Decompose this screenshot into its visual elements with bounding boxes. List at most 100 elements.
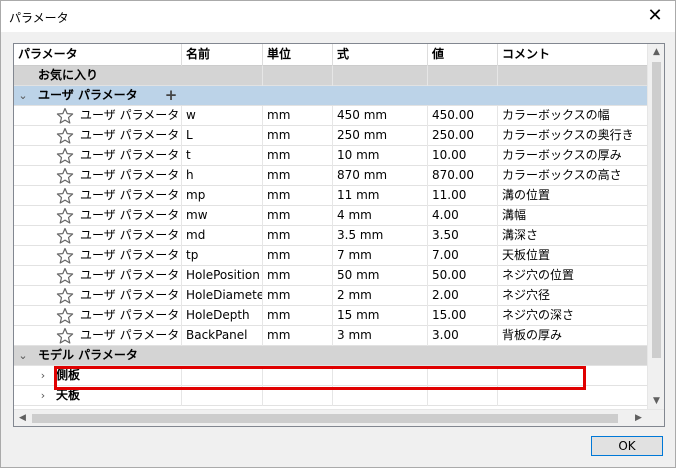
star-outline-icon[interactable] (56, 167, 74, 185)
group-row-model-parameters[interactable]: ⌄ モデル パラメータ (14, 346, 648, 366)
table-row[interactable]: ユーザ パラメータ mp mm 11 mm 11.00 溝の位置 (14, 186, 648, 206)
expression-cell[interactable]: 450 mm (333, 106, 428, 126)
value-cell[interactable]: 250.00 (428, 126, 498, 146)
comment-cell[interactable]: ネジ穴の深さ (498, 306, 648, 326)
table-row[interactable]: ユーザ パラメータ t mm 10 mm 10.00 カラーボックスの厚み (14, 146, 648, 166)
column-header-comment[interactable]: コメント (498, 44, 648, 66)
comment-cell[interactable]: 溝幅 (498, 206, 648, 226)
value-cell[interactable]: 2.00 (428, 286, 498, 306)
table-row[interactable]: ユーザ パラメータ w mm 450 mm 450.00 カラーボックスの幅 (14, 106, 648, 126)
ok-button[interactable]: OK (591, 436, 663, 456)
name-cell[interactable]: HoleDiameter (182, 286, 263, 306)
name-cell[interactable]: HolePosition (182, 266, 263, 286)
expression-cell[interactable]: 10 mm (333, 146, 428, 166)
scroll-right-icon[interactable]: ▶ (630, 410, 647, 426)
comment-cell[interactable]: カラーボックスの奥行き (498, 126, 648, 146)
comment-cell[interactable]: ネジ穴径 (498, 286, 648, 306)
unit-cell[interactable]: mm (263, 306, 333, 326)
star-outline-icon[interactable] (56, 107, 74, 125)
name-cell[interactable]: tp (182, 246, 263, 266)
table-row[interactable]: ユーザ パラメータ md mm 3.5 mm 3.50 溝深さ (14, 226, 648, 246)
scroll-down-icon[interactable]: ▼ (648, 393, 664, 410)
name-cell[interactable]: t (182, 146, 263, 166)
name-cell[interactable]: L (182, 126, 263, 146)
column-header-name[interactable]: 名前 (182, 44, 263, 66)
name-cell[interactable]: h (182, 166, 263, 186)
vertical-scrollbar[interactable]: ▲ ▼ (647, 44, 664, 410)
name-cell[interactable]: mp (182, 186, 263, 206)
expression-cell[interactable]: 7 mm (333, 246, 428, 266)
value-cell[interactable]: 10.00 (428, 146, 498, 166)
unit-cell[interactable]: mm (263, 146, 333, 166)
value-cell[interactable]: 4.00 (428, 206, 498, 226)
name-cell[interactable]: HoleDepth (182, 306, 263, 326)
star-outline-icon[interactable] (56, 307, 74, 325)
chevron-right-icon[interactable]: › (36, 366, 50, 386)
star-outline-icon[interactable] (56, 207, 74, 225)
expression-cell[interactable]: 15 mm (333, 306, 428, 326)
comment-cell[interactable]: カラーボックスの幅 (498, 106, 648, 126)
expression-cell[interactable]: 50 mm (333, 266, 428, 286)
scroll-left-icon[interactable]: ◀ (14, 410, 31, 426)
table-row[interactable]: ユーザ パラメータ HoleDiameter mm 2 mm 2.00 ネジ穴径 (14, 286, 648, 306)
chevron-right-icon[interactable]: › (36, 386, 50, 406)
scrollbar-thumb[interactable] (32, 414, 618, 423)
star-outline-icon[interactable] (56, 267, 74, 285)
star-outline-icon[interactable] (56, 327, 74, 345)
comment-cell[interactable]: 背板の厚み (498, 326, 648, 346)
value-cell[interactable]: 3.50 (428, 226, 498, 246)
table-row[interactable]: ユーザ パラメータ tp mm 7 mm 7.00 天板位置 (14, 246, 648, 266)
comment-cell[interactable]: 溝の位置 (498, 186, 648, 206)
unit-cell[interactable]: mm (263, 326, 333, 346)
name-cell[interactable]: BackPanel (182, 326, 263, 346)
column-header-unit[interactable]: 単位 (263, 44, 333, 66)
value-cell[interactable]: 870.00 (428, 166, 498, 186)
chevron-down-icon[interactable]: ⌄ (16, 86, 30, 106)
name-cell[interactable]: md (182, 226, 263, 246)
star-outline-icon[interactable] (56, 187, 74, 205)
value-cell[interactable]: 450.00 (428, 106, 498, 126)
comment-cell[interactable]: 天板位置 (498, 246, 648, 266)
comment-cell[interactable]: ネジ穴の位置 (498, 266, 648, 286)
table-row[interactable]: ユーザ パラメータ mw mm 4 mm 4.00 溝幅 (14, 206, 648, 226)
value-cell[interactable]: 3.00 (428, 326, 498, 346)
expression-cell[interactable]: 250 mm (333, 126, 428, 146)
unit-cell[interactable]: mm (263, 226, 333, 246)
column-header-expression[interactable]: 式 (333, 44, 428, 66)
group-row-favorites[interactable]: お気に入り (14, 66, 648, 86)
close-icon[interactable]: ✕ (641, 3, 669, 29)
unit-cell[interactable]: mm (263, 246, 333, 266)
comment-cell[interactable]: 溝深さ (498, 226, 648, 246)
expression-cell[interactable]: 870 mm (333, 166, 428, 186)
star-outline-icon[interactable] (56, 127, 74, 145)
unit-cell[interactable]: mm (263, 266, 333, 286)
table-row[interactable]: ユーザ パラメータ BackPanel mm 3 mm 3.00 背板の厚み (14, 326, 648, 346)
star-outline-icon[interactable] (56, 287, 74, 305)
add-parameter-icon[interactable]: + (164, 86, 178, 106)
star-outline-icon[interactable] (56, 227, 74, 245)
chevron-down-icon[interactable]: ⌄ (16, 346, 30, 366)
unit-cell[interactable]: mm (263, 126, 333, 146)
scroll-up-icon[interactable]: ▲ (648, 44, 664, 61)
comment-cell[interactable]: カラーボックスの高さ (498, 166, 648, 186)
column-header-parameter[interactable]: パラメータ (14, 44, 182, 66)
unit-cell[interactable]: mm (263, 106, 333, 126)
value-cell[interactable]: 11.00 (428, 186, 498, 206)
name-cell[interactable]: w (182, 106, 263, 126)
star-outline-icon[interactable] (56, 247, 74, 265)
expression-cell[interactable]: 2 mm (333, 286, 428, 306)
group-row-user-parameters[interactable]: ⌄ ユーザ パラメータ + (14, 86, 648, 106)
column-header-value[interactable]: 値 (428, 44, 498, 66)
table-row[interactable]: ユーザ パラメータ h mm 870 mm 870.00 カラーボックスの高さ (14, 166, 648, 186)
unit-cell[interactable]: mm (263, 206, 333, 226)
value-cell[interactable]: 50.00 (428, 266, 498, 286)
expression-cell[interactable]: 3.5 mm (333, 226, 428, 246)
expression-cell[interactable]: 4 mm (333, 206, 428, 226)
scrollbar-thumb[interactable] (652, 62, 661, 358)
expression-cell[interactable]: 11 mm (333, 186, 428, 206)
value-cell[interactable]: 7.00 (428, 246, 498, 266)
table-row[interactable]: ユーザ パラメータ HolePosition mm 50 mm 50.00 ネジ穴の位置 (14, 266, 648, 286)
unit-cell[interactable]: mm (263, 286, 333, 306)
table-row[interactable]: ユーザ パラメータ Lmm 250 mm 250.00 カラーボックスの奥行き (14, 126, 648, 146)
star-outline-icon[interactable] (56, 147, 74, 165)
